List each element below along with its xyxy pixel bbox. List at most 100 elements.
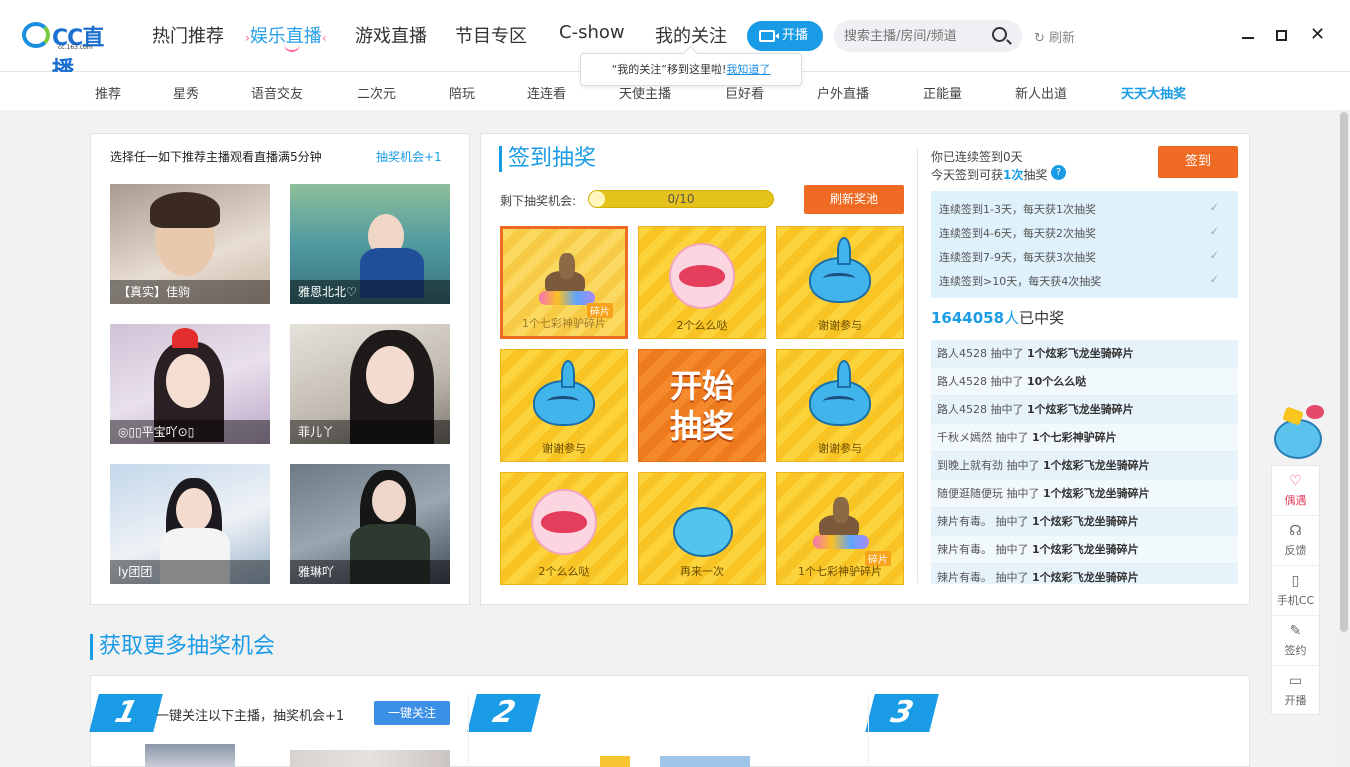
got-it-link[interactable]: 我知道了 bbox=[726, 63, 770, 76]
cc-logo[interactable]: CC直播 cc.163.com bbox=[20, 18, 120, 83]
nav-program[interactable]: 节目专区 bbox=[455, 22, 527, 48]
prize-label: 1个七彩神驴碎片 bbox=[522, 317, 606, 330]
prize-tile[interactable]: 碎片 1个七彩神驴碎片 bbox=[500, 226, 628, 339]
anchor-card[interactable]: ly团团 bbox=[110, 464, 270, 584]
recommend-chance: 抽奖机会+1 bbox=[376, 150, 442, 164]
signin-rule: 连续签到>10天，每天获4次抽奖 ✓ bbox=[939, 273, 1219, 288]
winner-row: 路人4528 抽中了 10个么么哒 bbox=[931, 368, 1238, 396]
nav-hot[interactable]: 热门推荐 bbox=[152, 22, 224, 48]
help-icon[interactable]: ? bbox=[1051, 165, 1066, 180]
check-icon: ✓ bbox=[1209, 225, 1219, 238]
side-sign[interactable]: ✎ 签约 bbox=[1272, 616, 1319, 666]
winner-count: 1644058人已中奖 bbox=[931, 309, 1065, 327]
step-number: 1 bbox=[89, 694, 163, 732]
sad-mascot-icon bbox=[809, 360, 871, 426]
side-feedback[interactable]: ☊ 反馈 bbox=[1272, 516, 1319, 566]
follow-moved-tooltip: “我的关注”移到这里啦!我知道了 bbox=[580, 53, 802, 86]
close-icon[interactable]: ✕ bbox=[1310, 24, 1326, 45]
anchor-thumb[interactable] bbox=[290, 750, 450, 767]
step1-text: 一键关注以下主播，抽奖机会+1 bbox=[156, 709, 345, 724]
edit-icon: ✎ bbox=[1289, 623, 1302, 639]
prize-tile[interactable]: 谢谢参与 bbox=[776, 349, 904, 462]
search-input[interactable] bbox=[844, 26, 984, 46]
anchor-thumb[interactable] bbox=[145, 744, 235, 767]
donkey-icon bbox=[813, 493, 869, 553]
headset-icon: ☊ bbox=[1289, 523, 1302, 539]
anchor-name: 雅恩北北♡ bbox=[290, 280, 450, 304]
prize-tile[interactable]: 碎片 1个七彩神驴碎片 bbox=[776, 472, 904, 585]
scrollbar-thumb[interactable] bbox=[1340, 112, 1348, 632]
side-encounter[interactable]: ♡ 偶遇 bbox=[1272, 466, 1319, 516]
nav-cshow[interactable]: C-show bbox=[559, 22, 625, 43]
anchor-card[interactable]: ◎▯▯平宝吖⊙▯ bbox=[110, 324, 270, 444]
prize-tile[interactable]: 2个么么哒 bbox=[638, 226, 766, 339]
subnav-outdoor[interactable]: 户外直播 bbox=[817, 83, 869, 102]
kiss-icon bbox=[531, 489, 597, 555]
start-stream-button[interactable]: 开播 bbox=[747, 21, 823, 51]
winner-row: 路人4528 抽中了 1个炫彩飞龙坐骑碎片 bbox=[931, 340, 1238, 368]
anchor-card[interactable]: 雅琳吖 bbox=[290, 464, 450, 584]
refresh-icon: ↻ bbox=[1034, 31, 1050, 46]
anchor-card[interactable]: 【真实】佳驹 bbox=[110, 184, 270, 304]
refresh-button[interactable]: ↻ 刷新 bbox=[1034, 27, 1075, 46]
signin-rules: 连续签到1-3天，每天获1次抽奖 ✓ 连续签到4-6天，每天获2次抽奖 ✓ 连续签到… bbox=[931, 191, 1238, 298]
step-number: 3 bbox=[865, 694, 939, 732]
camera-icon bbox=[759, 30, 779, 42]
retry-mascot-icon bbox=[673, 507, 733, 557]
start-lottery-label: 开始 抽奖 bbox=[669, 367, 734, 445]
winner-list: 路人4528 抽中了 1个炫彩飞龙坐骑碎片 路人4528 抽中了 10个么么哒 … bbox=[931, 336, 1238, 584]
prize-label: 1个七彩神驴碎片 bbox=[798, 565, 882, 578]
refresh-pool-button[interactable]: 刷新奖池 bbox=[804, 185, 904, 214]
minimize-icon[interactable] bbox=[1240, 24, 1256, 40]
prize-label: 2个么么哒 bbox=[538, 565, 590, 578]
anchor-card[interactable]: 雅恩北北♡ bbox=[290, 184, 450, 304]
subnav-acg[interactable]: 二次元 bbox=[357, 83, 396, 102]
subnav-companion[interactable]: 陪玩 bbox=[449, 83, 475, 102]
anchor-name: ly团团 bbox=[110, 560, 270, 584]
subnav-positive[interactable]: 正能量 bbox=[923, 83, 962, 102]
winner-row: 到晚上就有劲 抽中了 1个炫彩飞龙坐骑碎片 bbox=[931, 452, 1238, 480]
anchor-name: 【真实】佳驹 bbox=[110, 280, 270, 304]
side-mobile-cc[interactable]: ▯ 手机CC bbox=[1272, 566, 1319, 616]
subnav-lianliankan[interactable]: 连连看 bbox=[527, 83, 566, 102]
subnav-recommend[interactable]: 推荐 bbox=[95, 83, 121, 102]
heart-icon: ♡ bbox=[1289, 473, 1302, 489]
prize-label: 2个么么哒 bbox=[676, 319, 728, 332]
step-number: 2 bbox=[467, 694, 541, 732]
mascot-icon[interactable] bbox=[1272, 405, 1326, 463]
anchor-name: ◎▯▯平宝吖⊙▯ bbox=[110, 420, 270, 444]
maximize-icon[interactable] bbox=[1274, 24, 1290, 41]
anchor-name: 菲儿丫 bbox=[290, 420, 450, 444]
check-icon: ✓ bbox=[1209, 201, 1219, 214]
prize-tile[interactable]: 2个么么哒 bbox=[500, 472, 628, 585]
signin-button[interactable]: 签到 bbox=[1158, 146, 1238, 178]
start-lottery-button[interactable]: 开始 抽奖 bbox=[638, 349, 766, 462]
nav-following[interactable]: 我的关注 bbox=[655, 22, 727, 48]
logo-subtext: cc.163.com bbox=[58, 44, 93, 51]
signin-today: 今天签到可获1次抽奖 bbox=[931, 168, 1048, 182]
sad-mascot-icon bbox=[809, 237, 871, 303]
search-box bbox=[834, 20, 1022, 52]
step-divider bbox=[468, 694, 469, 767]
winner-row: 千秋メ嫣然 抽中了 1个七彩神驴碎片 bbox=[931, 424, 1238, 452]
signin-rule: 连续签到1-3天，每天获1次抽奖 ✓ bbox=[939, 201, 1219, 216]
step-divider bbox=[868, 694, 869, 767]
divider bbox=[917, 148, 918, 583]
search-icon[interactable] bbox=[992, 27, 1007, 42]
logo-mark-icon bbox=[22, 22, 50, 48]
subnav-voice[interactable]: 语音交友 bbox=[251, 83, 303, 102]
prize-tile[interactable]: 谢谢参与 bbox=[500, 349, 628, 462]
prize-label: 再来一次 bbox=[680, 565, 724, 578]
side-start-stream[interactable]: ▭ 开播 bbox=[1272, 666, 1319, 716]
recommend-title: 选择任一如下推荐主播观看直播满5分钟 bbox=[110, 150, 322, 164]
prize-label: 谢谢参与 bbox=[818, 442, 862, 455]
winner-row: 辣片有毒。 抽中了 1个炫彩飞龙坐骑碎片 bbox=[931, 508, 1238, 536]
anchor-card[interactable]: 菲儿丫 bbox=[290, 324, 450, 444]
prize-tile[interactable]: 谢谢参与 bbox=[776, 226, 904, 339]
nav-game[interactable]: 游戏直播 bbox=[355, 22, 427, 48]
follow-all-button[interactable]: 一键关注 bbox=[374, 701, 450, 725]
subnav-newbie[interactable]: 新人出道 bbox=[1015, 83, 1067, 102]
subnav-star[interactable]: 星秀 bbox=[173, 83, 199, 102]
subnav-lottery[interactable]: 天天大抽奖 bbox=[1121, 83, 1186, 102]
prize-tile[interactable]: 再来一次 bbox=[638, 472, 766, 585]
